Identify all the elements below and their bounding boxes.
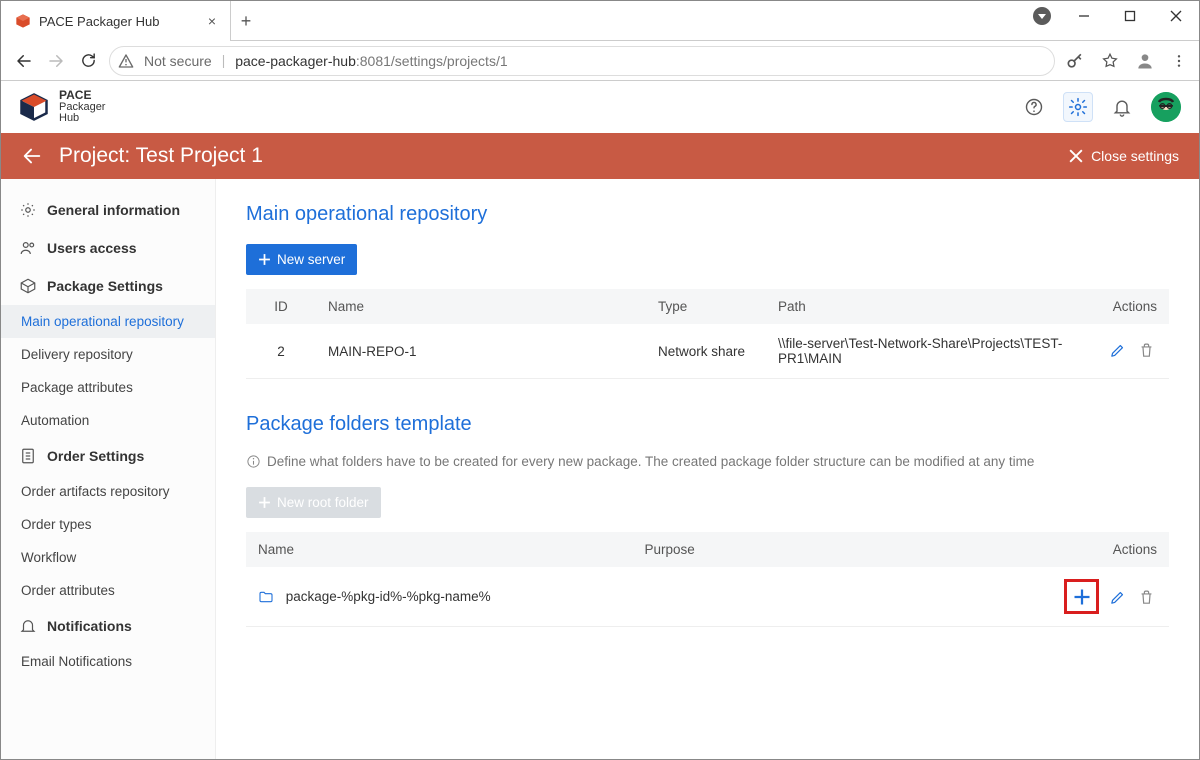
edit-icon[interactable] [1106,586,1128,608]
table-row: package-%pkg-id%-%pkg-name% [246,567,1169,627]
help-button[interactable] [1019,92,1049,122]
sidebar-heading-notifications: Notifications [1,607,215,645]
page-title: Project: Test Project 1 [59,144,263,168]
sidebar-item-delivery-repo[interactable]: Delivery repository [1,338,215,371]
favicon-icon [15,13,31,29]
main-content: Main operational repository New server I… [216,179,1199,759]
kebab-menu-icon[interactable] [1171,53,1187,69]
section-title-folders: Package folders template [246,413,1169,436]
info-icon [246,454,261,469]
col-actions: Actions [1052,532,1169,567]
sidebar-item-package-attrs[interactable]: Package attributes [1,371,215,404]
new-server-button[interactable]: New server [246,244,357,275]
sidebar-item-order-attrs[interactable]: Order attributes [1,574,215,607]
window-minimize-button[interactable] [1061,1,1107,31]
col-id: ID [246,289,316,324]
close-settings-button[interactable]: Close settings [1069,148,1179,164]
sidebar-item-general[interactable]: General information [1,191,215,229]
col-purpose: Purpose [632,532,1052,567]
col-name: Name [246,532,632,567]
sidebar: General information Users access Package… [1,179,216,759]
col-name: Name [316,289,646,324]
section-title-repo: Main operational repository [246,203,1169,226]
address-bar[interactable]: Not secure | pace-packager-hub:8081/sett… [109,46,1055,76]
nav-forward-button[interactable] [45,50,67,72]
key-icon[interactable] [1065,51,1085,71]
user-avatar[interactable] [1151,92,1181,122]
nav-reload-button[interactable] [77,50,99,72]
brand-text: PACE Packager Hub [59,89,105,125]
sidebar-item-main-repo[interactable]: Main operational repository [1,305,215,338]
edit-icon[interactable] [1106,340,1128,362]
sidebar-item-users[interactable]: Users access [1,229,215,267]
notifications-button[interactable] [1107,92,1137,122]
folders-hint: Define what folders have to be created f… [246,454,1169,469]
sidebar-item-email-notifications[interactable]: Email Notifications [1,645,215,678]
new-root-folder-button: New root folder [246,487,381,518]
folder-name: package-%pkg-id%-%pkg-name% [286,589,491,604]
table-row: 2 MAIN-REPO-1 Network share \\file-serve… [246,324,1169,379]
close-tab-icon[interactable]: × [208,13,216,29]
settings-button[interactable] [1063,92,1093,122]
window-close-button[interactable] [1153,1,1199,31]
sidebar-item-order-types[interactable]: Order types [1,508,215,541]
folder-icon [258,589,274,605]
col-path: Path [766,289,1079,324]
back-icon[interactable] [21,145,43,167]
delete-icon[interactable] [1135,586,1157,608]
url-text: pace-packager-hub:8081/settings/projects… [235,53,507,69]
window-maximize-button[interactable] [1107,1,1153,31]
add-subfolder-icon[interactable] [1067,582,1096,611]
sidebar-item-workflow[interactable]: Workflow [1,541,215,574]
folders-table: Name Purpose Actions package-%pkg-id%-%p… [246,532,1169,627]
repo-table: ID Name Type Path Actions 2 MAIN-REPO-1 … [246,289,1169,379]
sidebar-heading-order: Order Settings [1,437,215,475]
new-tab-button[interactable]: + [231,11,261,32]
browser-tab[interactable]: PACE Packager Hub × [1,1,231,41]
profile-chip-icon[interactable] [1033,7,1051,25]
not-secure-label: Not secure [144,53,212,69]
tab-title: PACE Packager Hub [39,14,200,29]
app-logo-icon [19,92,49,122]
highlighted-add-button [1064,579,1099,614]
delete-icon[interactable] [1135,340,1157,362]
profile-icon[interactable] [1135,51,1155,71]
nav-back-button[interactable] [13,50,35,72]
sidebar-heading-package: Package Settings [1,267,215,305]
col-type: Type [646,289,766,324]
sidebar-item-automation[interactable]: Automation [1,404,215,437]
bookmark-star-icon[interactable] [1101,52,1119,70]
col-actions: Actions [1079,289,1169,324]
sidebar-item-order-artifacts[interactable]: Order artifacts repository [1,475,215,508]
not-secure-icon [118,53,134,69]
